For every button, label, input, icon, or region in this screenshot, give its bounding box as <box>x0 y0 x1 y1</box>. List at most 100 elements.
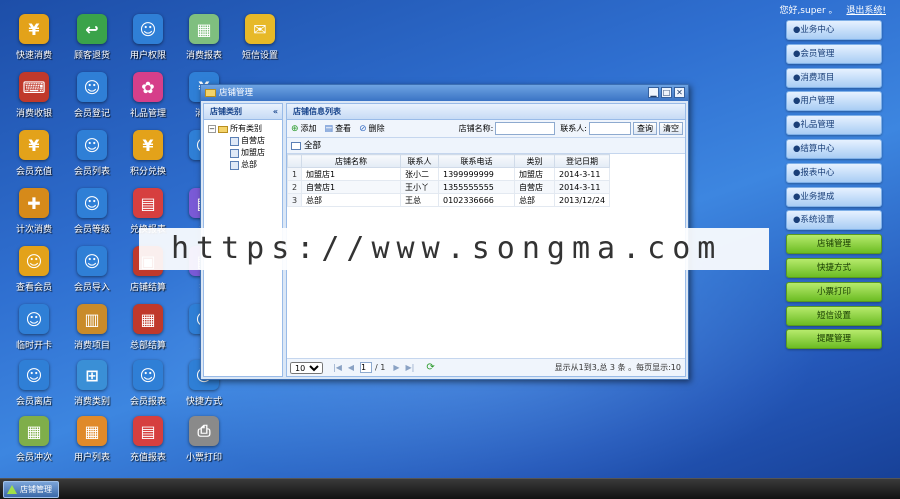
column-header[interactable]: 类别 <box>514 154 555 168</box>
tree-toggle-icon[interactable]: − <box>208 125 216 133</box>
tree-item[interactable]: 加盟店 <box>208 147 282 159</box>
prev-page-icon[interactable]: ◀ <box>348 363 354 372</box>
collapse-icon[interactable]: « <box>273 104 278 120</box>
desktop-icon[interactable]: ✚ 计次消费 <box>5 188 63 238</box>
tree-item-label: 自营店 <box>241 136 265 145</box>
contact-label: 联系人: <box>560 124 587 133</box>
column-header[interactable]: 联系电话 <box>438 154 515 168</box>
first-page-icon[interactable]: |◀ <box>333 363 342 372</box>
column-header[interactable]: 登记日期 <box>554 154 610 168</box>
page-size-select[interactable]: 10 <box>290 361 323 374</box>
shortcut-menu-item[interactable]: 提醒管理 <box>786 329 882 350</box>
row-number: 1 <box>287 167 302 181</box>
desktop-icon-label: 消费类别 <box>73 397 110 407</box>
contact-input[interactable] <box>589 122 631 135</box>
folder-icon <box>205 89 216 97</box>
search-button[interactable]: 查询 <box>633 122 657 135</box>
page-number-input[interactable] <box>360 362 373 373</box>
desktop-icon[interactable]: ▦ 消费报表 <box>175 14 233 64</box>
desktop-icon[interactable]: ▦ 会员冲次 <box>5 416 63 466</box>
desktop-icon[interactable]: ☺ 会员列表 <box>63 130 121 180</box>
taskbar-window-button[interactable]: 店铺管理 <box>3 481 59 498</box>
grid-group-label: 全部 <box>304 140 322 151</box>
nav-menu-item[interactable]: ●礼品管理 <box>786 115 882 136</box>
store-name-input[interactable] <box>495 122 556 135</box>
next-page-icon[interactable]: ▶ <box>393 363 399 372</box>
desktop-icon[interactable]: ⊞ 消费类别 <box>63 360 121 410</box>
store-table: 店铺名称 联系人 联系电话 类别 登记日期 1 加盟店1 张小二 1399999… <box>287 154 610 207</box>
nav-menu-item[interactable]: ●用户管理 <box>786 91 882 112</box>
desktop-icon[interactable]: ▦ 总部结算 <box>119 304 177 354</box>
desktop-icon[interactable]: ▥ 消费项目 <box>63 304 121 354</box>
add-button[interactable]: ⊕ 添加 <box>291 123 317 134</box>
desktop-icon[interactable]: ¥ 快速消费 <box>5 14 63 64</box>
desktop-icon[interactable]: ▦ 用户列表 <box>63 416 121 466</box>
desktop-icon[interactable]: ⎙ 小票打印 <box>175 416 233 466</box>
column-header[interactable]: 联系人 <box>400 154 439 168</box>
table-header-row: 店铺名称 联系人 联系电话 类别 登记日期 <box>287 154 610 168</box>
table-row[interactable]: 2 自营店1 王小丫 1355555555 自营店 2014-3-11 <box>287 180 610 194</box>
maximize-button[interactable]: □ <box>661 87 672 98</box>
shortcut-menu-item[interactable]: 店铺管理 <box>786 234 882 255</box>
cell-name: 加盟店1 <box>301 167 401 181</box>
close-button[interactable]: ✕ <box>674 87 685 98</box>
nav-menu-item[interactable]: ●消费项目 <box>786 67 882 88</box>
desktop-icon[interactable]: ✉ 短信设置 <box>231 14 289 64</box>
receipt-print-icon: ⎙ <box>189 416 219 446</box>
nav-menu-item[interactable]: ●系统设置 <box>786 210 882 231</box>
last-page-icon[interactable]: ▶| <box>406 363 415 372</box>
tree-root[interactable]: − 所有类别 <box>208 123 282 135</box>
clear-button[interactable]: 清空 <box>659 122 683 135</box>
shortcut-menu-item[interactable]: 小票打印 <box>786 281 882 302</box>
desktop-icon-label: 礼品管理 <box>129 109 166 119</box>
tree-item[interactable]: 自营店 <box>208 135 282 147</box>
desktop-icon[interactable]: ☺ 会员导入 <box>63 246 121 296</box>
add-icon: ⊕ <box>291 123 299 134</box>
minimize-button[interactable]: ▁ <box>648 87 659 98</box>
tree-item[interactable]: 总部 <box>208 159 282 171</box>
window-titlebar[interactable]: 店铺管理 ▁ □ ✕ <box>201 85 688 101</box>
nav-menu-item[interactable]: ●业务中心 <box>786 20 882 40</box>
nav-menu-item[interactable]: ●结算中心 <box>786 138 882 159</box>
shortcut-menu-item[interactable]: 短信设置 <box>786 305 882 326</box>
cell-contact: 王总 <box>400 193 439 207</box>
desktop-icon[interactable]: ☺ 查看会员 <box>5 246 63 296</box>
desktop-icon-label: 会员充值 <box>15 167 52 177</box>
category-panel-title: 店铺类别 <box>210 107 242 116</box>
nav-menu-item[interactable]: ●报表中心 <box>786 162 882 183</box>
desktop-icon[interactable]: ☺ 会员离店 <box>5 360 63 410</box>
view-button[interactable]: ▤ 查看 <box>325 123 352 134</box>
desktop-icon[interactable]: ▤ 充值报表 <box>119 416 177 466</box>
desktop-icon-label: 消费报表 <box>185 51 222 61</box>
desktop-icon[interactable]: ¥ 积分兑换 <box>119 130 177 180</box>
desktop-icon[interactable]: ¥ 会员充值 <box>5 130 63 180</box>
nav-menu-item[interactable]: ●业务提成 <box>786 186 882 207</box>
desktop-icon[interactable]: ☺ 用户权限 <box>119 14 177 64</box>
add-label: 添加 <box>300 124 317 133</box>
consume-item-icon: ▥ <box>77 304 107 334</box>
refresh-icon[interactable]: ⟳ <box>426 362 434 373</box>
desktop-icon[interactable]: ⌨ 消费收银 <box>5 72 63 122</box>
desktop-icon-label: 快捷方式 <box>185 397 222 407</box>
desktop-icon[interactable]: ☺ 临时开卡 <box>5 304 63 354</box>
desktop-icon[interactable]: ✿ 礼品管理 <box>119 72 177 122</box>
column-header[interactable]: 店铺名称 <box>301 154 401 168</box>
leaf-icon <box>230 148 239 158</box>
table-row[interactable]: 3 总部 王总 0102336666 总部 2013/12/24 <box>287 193 610 207</box>
grid-icon <box>291 141 301 150</box>
desktop-icon-label: 临时开卡 <box>15 341 52 351</box>
nav-menu-item[interactable]: ●会员管理 <box>786 43 882 64</box>
member-import-icon: ☺ <box>77 246 107 276</box>
shortcut-menu-item[interactable]: 快捷方式 <box>786 257 882 278</box>
store-name-label: 店铺名称: <box>458 124 494 133</box>
desktop-icon[interactable]: ☺ 会员登记 <box>63 72 121 122</box>
desktop-icon[interactable]: ☺ 会员等级 <box>63 188 121 238</box>
desktop-icon-label: 快速消费 <box>15 51 52 61</box>
logout-link[interactable]: 退出系统! <box>846 6 886 16</box>
delete-button[interactable]: ⊘ 删除 <box>359 123 385 134</box>
desktop-icon[interactable]: ☺ 会员报表 <box>119 360 177 410</box>
watermark-banner: https://www.songma.com <box>139 228 769 270</box>
desktop-icon[interactable]: ↩ 顾客退货 <box>63 14 121 64</box>
taskbar-window-label: 店铺管理 <box>20 485 52 494</box>
table-row[interactable]: 1 加盟店1 张小二 1399999999 加盟店 2014-3-11 <box>287 167 610 181</box>
